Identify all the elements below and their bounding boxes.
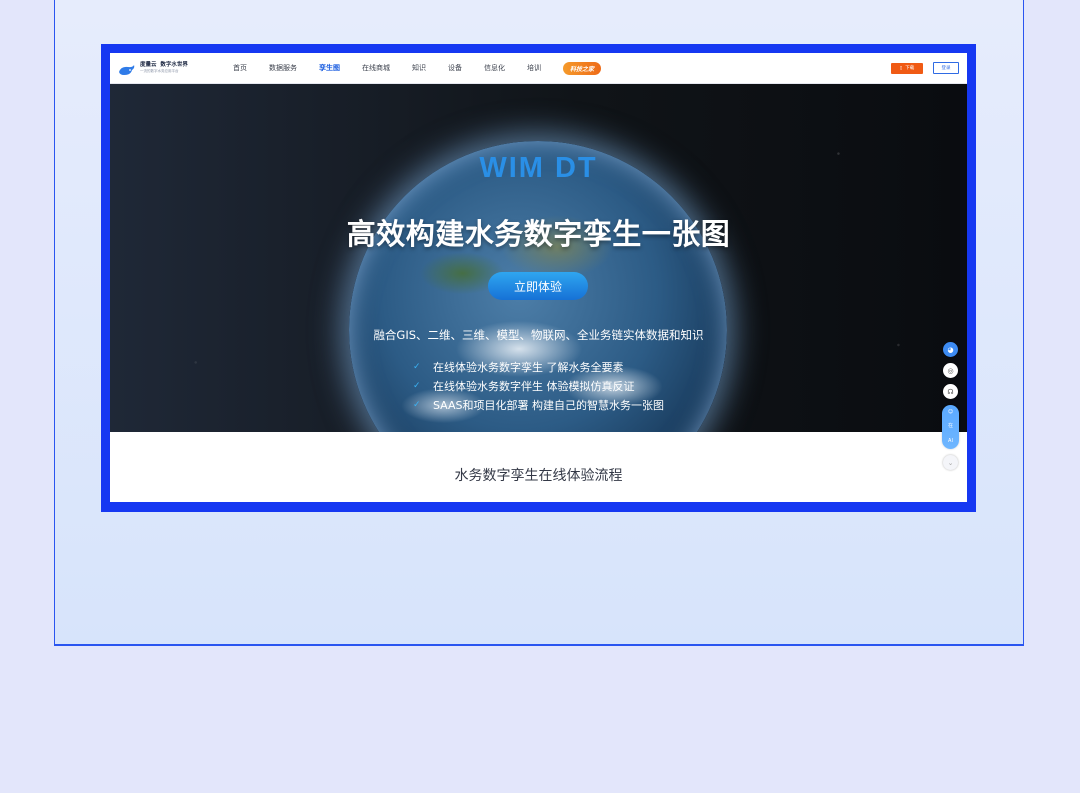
try-now-button[interactable]: 立即体验 [488, 272, 588, 300]
feature-item: ✓ SAAS和项目化部署 构建自己的智慧水务一张图 [413, 395, 664, 414]
nav-item-home[interactable]: 首页 [233, 63, 247, 73]
feature-text: SAAS和项目化部署 构建自己的智慧水务一张图 [433, 398, 665, 412]
hero-title: 高效构建水务数字孪生一张图 [346, 217, 731, 251]
feature-text: 在线体验水务数字伴生 体验模拟仿真反证 [433, 379, 635, 393]
check-icon: ✓ [413, 399, 421, 410]
ai-robot-icon: ☺ [947, 408, 954, 415]
whale-service-icon[interactable]: ◕ [943, 342, 958, 357]
hero-subtitle: 融合GIS、二维、三维、模型、物联网、全业务链实体数据和知识 [373, 328, 704, 342]
hero-banner: WIM DT 高效构建水务数字孪生一张图 立即体验 融合GIS、二维、三维、模型… [110, 84, 967, 432]
floating-side-tools: ◕ ◎ ☊ ☺ 在 AI ⌄ [942, 342, 959, 476]
whale-logo-icon [118, 62, 136, 75]
logo-name: 度量云 数字水世界 [140, 61, 188, 68]
nav-item-informatization[interactable]: 信息化 [484, 63, 505, 73]
check-icon: ✓ [413, 361, 421, 372]
feature-text: 在线体验水务数字孪生 了解水务全要素 [433, 360, 624, 374]
promo-badge[interactable]: 科技之家 [563, 61, 602, 75]
brand-title: WIM DT [479, 152, 598, 184]
feature-item: ✓ 在线体验水务数字孪生 了解水务全要素 [413, 357, 664, 376]
site-logo[interactable]: 度量云 数字水世界 一流的数字水务应用平台 [118, 62, 218, 75]
download-button[interactable]: ▯ 下载 [891, 62, 923, 74]
login-button[interactable]: 登录 [933, 62, 959, 74]
nav-item-knowledge[interactable]: 知识 [412, 63, 426, 73]
nav-item-twin-map[interactable]: 孪生图 [319, 63, 340, 73]
nav-item-online-mall[interactable]: 在线商城 [362, 63, 390, 73]
check-icon: ✓ [413, 380, 421, 391]
main-menu: 首页 数据服务 孪生图 在线商城 知识 设备 信息化 培训 科技之家 [233, 61, 602, 75]
headset-icon[interactable]: ☊ [943, 384, 958, 399]
phone-icon: ▯ [899, 65, 903, 71]
top-navbar: 度量云 数字水世界 一流的数字水务应用平台 首页 数据服务 孪生图 在线商城 知… [110, 53, 967, 84]
ai-assistant-button[interactable]: ☺ 在 AI [942, 405, 959, 449]
download-label: 下载 [905, 66, 915, 71]
wechat-icon[interactable]: ◎ [943, 363, 958, 378]
logo-text: 度量云 数字水世界 一流的数字水务应用平台 [140, 61, 188, 74]
nav-actions: ▯ 下载 登录 [891, 62, 959, 74]
nav-item-training[interactable]: 培训 [527, 63, 541, 73]
section-heading: 水务数字孪生在线体验流程 [454, 468, 623, 484]
feature-item: ✓ 在线体验水务数字伴生 体验模拟仿真反证 [413, 376, 664, 395]
ai-label-top: 在 [947, 423, 953, 430]
feature-list: ✓ 在线体验水务数字孪生 了解水务全要素 ✓ 在线体验水务数字伴生 体验模拟仿真… [413, 357, 664, 414]
nav-item-equipment[interactable]: 设备 [448, 63, 462, 73]
website-screen: 度量云 数字水世界 一流的数字水务应用平台 首页 数据服务 孪生图 在线商城 知… [110, 53, 967, 502]
nav-item-data-service[interactable]: 数据服务 [269, 63, 297, 73]
screenshot-frame: 度量云 数字水世界 一流的数字水务应用平台 首页 数据服务 孪生图 在线商城 知… [101, 44, 976, 512]
logo-sub: 一流的数字水务应用平台 [140, 69, 179, 73]
ai-label: AI [948, 438, 953, 445]
